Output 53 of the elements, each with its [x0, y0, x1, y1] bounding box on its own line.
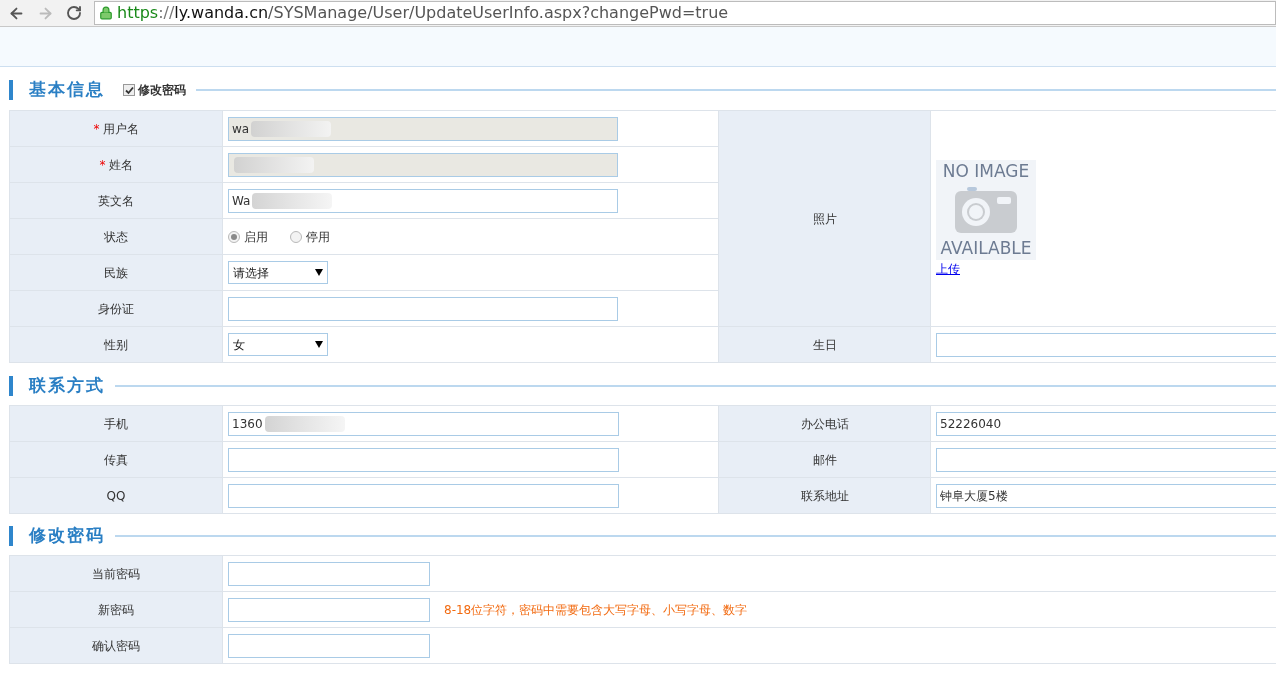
address-bar[interactable]: https://ly.wanda.cn/SYSManage/User/UpdateUserInfo.aspx?changePwd=true — [94, 1, 1276, 25]
camera-icon — [955, 186, 1017, 233]
field-label: 状态 — [104, 229, 128, 244]
field-label: 传真 — [104, 452, 128, 467]
toggle-checkbox-option[interactable]: 修改密码 — [123, 81, 186, 99]
lock-icon — [99, 6, 113, 20]
section-marker — [9, 376, 13, 396]
no-image-placeholder: NO IMAGE AVAILABLE — [936, 159, 1036, 260]
select-dropdown[interactable]: 女 — [228, 333, 328, 356]
field-label: 民族 — [104, 265, 128, 280]
reload-icon[interactable] — [66, 5, 82, 21]
input-field[interactable] — [228, 483, 619, 508]
caret-icon — [315, 341, 323, 348]
field-label: * 姓名 — [99, 157, 133, 172]
field-label: 新密码 — [98, 602, 134, 617]
field-label: 办公电话 — [800, 416, 849, 431]
input-field[interactable] — [228, 296, 618, 321]
input-field[interactable]: 钟阜大厦5楼 — [936, 483, 1276, 508]
input-field[interactable] — [228, 561, 430, 586]
radio-option[interactable]: 启用 — [228, 227, 268, 246]
input-field[interactable]: 52226040 — [936, 411, 1276, 436]
section-marker — [9, 80, 13, 100]
field-label: 手机 — [104, 416, 128, 431]
field-label: QQ — [106, 488, 126, 503]
input-field[interactable]: wa — [228, 116, 618, 141]
field-label: 英文名 — [98, 193, 134, 208]
input-field[interactable] — [936, 447, 1276, 472]
upload-link[interactable]: 上传 — [936, 259, 960, 278]
input-field[interactable] — [228, 152, 618, 177]
section-title: 联系方式 — [29, 374, 105, 398]
select-dropdown[interactable]: 请选择 — [228, 261, 328, 284]
section-title: 基本信息 — [29, 78, 105, 102]
field-label: 确认密码 — [92, 638, 140, 653]
section-title: 修改密码 — [29, 524, 105, 548]
field-label: 联系地址 — [800, 488, 849, 503]
input-field[interactable]: Wa — [228, 188, 618, 213]
input-field[interactable] — [228, 597, 430, 622]
field-label: 生日 — [812, 337, 837, 352]
field-label: 照片 — [812, 211, 837, 226]
caret-icon — [315, 269, 323, 276]
radio-option[interactable]: 停用 — [290, 227, 330, 246]
input-field[interactable] — [228, 633, 430, 658]
input-field[interactable] — [228, 447, 619, 472]
field-label: 身份证 — [98, 301, 134, 316]
input-field[interactable]: 1360 — [228, 411, 619, 436]
field-label: 性别 — [104, 337, 128, 352]
field-label: 当前密码 — [92, 566, 140, 581]
input-field[interactable] — [936, 332, 1276, 357]
url-text: https://ly.wanda.cn/SYSManage/User/UpdateUserInfo.aspx?changePwd=true — [117, 2, 729, 24]
password-hint: 8-18位字符，密码中需要包含大写字母、小写字母、数字 — [444, 601, 748, 619]
field-label: 邮件 — [812, 452, 837, 467]
field-label: * 用户名 — [93, 121, 139, 136]
section-marker — [9, 526, 13, 546]
